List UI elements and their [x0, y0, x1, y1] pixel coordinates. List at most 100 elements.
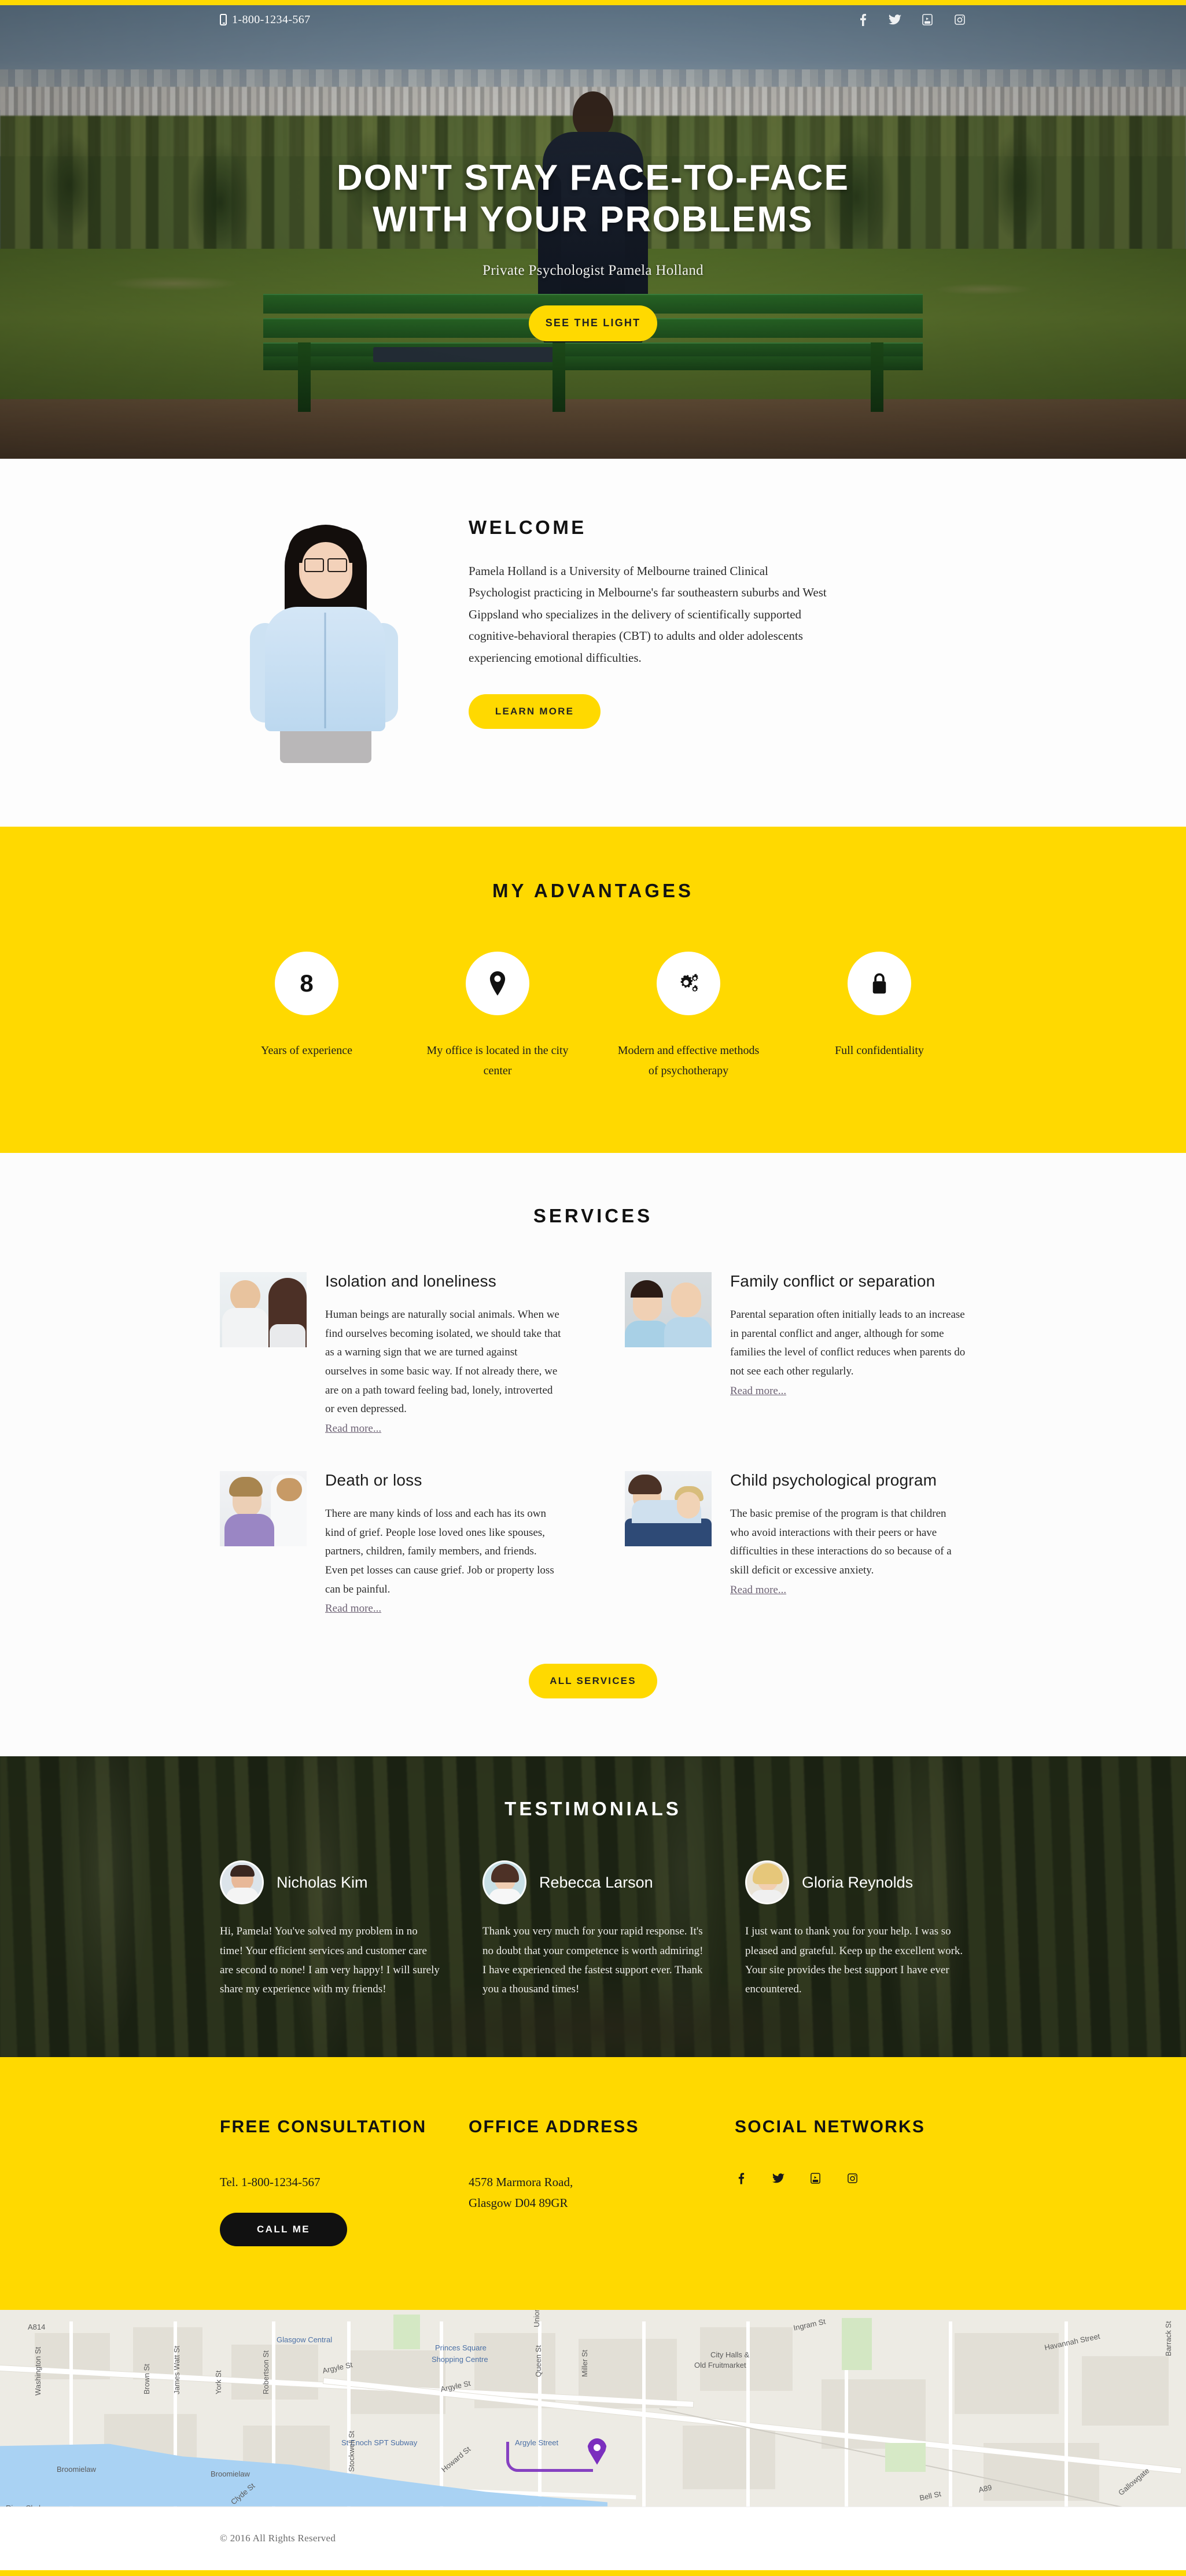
map-label: River Clyde — [6, 2504, 45, 2507]
see-the-light-button[interactable]: SEE THE LIGHT — [529, 305, 657, 341]
map-label: Washington St — [34, 2346, 42, 2396]
eyeglasses-icon — [304, 558, 347, 572]
map-label: Glasgow Central — [277, 2335, 333, 2344]
avatar — [482, 1860, 526, 1905]
services-section: SERVICES Isolation and loneliness Human … — [0, 1153, 1186, 1757]
advantage-item: Full confidentiality — [793, 952, 966, 1081]
advantages-list: 8 Years of experience My office is locat… — [220, 952, 966, 1081]
map-label: Broomielaw — [57, 2464, 96, 2474]
map-label: Princes Square — [435, 2343, 487, 2352]
service-item: Child psychological program The basic pr… — [625, 1471, 966, 1615]
facebook-icon[interactable] — [735, 2172, 747, 2185]
youtube-icon[interactable] — [809, 2172, 822, 2185]
avatar — [745, 1860, 789, 1905]
advantage-item: My office is located in the city center — [411, 952, 584, 1081]
welcome-section: WELCOME Pamela Holland is a University o… — [0, 459, 1186, 827]
footer-social-title: SOCIAL NETWORKS — [735, 2117, 926, 2137]
map-label: Brown St — [142, 2363, 151, 2394]
testimonial-name: Rebecca Larson — [539, 1873, 653, 1891]
service-text: Human beings are naturally social animal… — [325, 1309, 561, 1416]
service-item: Death or loss There are many kinds of lo… — [220, 1471, 561, 1615]
testimonial-text: I just want to thank you for your help. … — [745, 1925, 963, 1996]
footer-phone[interactable]: Tel. 1-800-1234-567 — [220, 2172, 451, 2193]
testimonials-list: Nicholas Kim Hi, Pamela! You've solved m… — [220, 1860, 966, 1999]
top-accent-bar — [0, 0, 1186, 5]
facebook-icon[interactable] — [856, 13, 869, 26]
years-badge: 8 — [275, 952, 338, 1015]
testimonials-section: TESTIMONIALS Nicholas Kim Hi, Pamela! Yo… — [0, 1756, 1186, 2058]
footer-address-column: OFFICE ADDRESS 4578 Marmora Road, Glasgo… — [451, 2115, 700, 2246]
avatar — [220, 1860, 264, 1905]
footer-social-links — [735, 2172, 966, 2185]
footer-social-column: SOCIAL NETWORKS — [700, 2115, 966, 2246]
testimonial-item: Rebecca Larson Thank you very much for y… — [482, 1860, 704, 1999]
service-heading: Isolation and loneliness — [325, 1272, 496, 1290]
lock-icon — [848, 952, 911, 1015]
footer-consultation-title: FREE CONSULTATION — [220, 2117, 427, 2137]
footer-address-title: OFFICE ADDRESS — [469, 2117, 639, 2137]
map-label: Barrack St — [1164, 2320, 1173, 2356]
years-number: 8 — [300, 970, 314, 997]
mobile-phone-icon — [220, 14, 227, 25]
all-services-button[interactable]: ALL SERVICES — [529, 1664, 657, 1699]
read-more-link[interactable]: Read more... — [325, 1602, 381, 1615]
map-label: A814 — [28, 2322, 46, 2331]
location-pin[interactable] — [587, 2438, 607, 2465]
hero-heading-line2: WITH YOUR PROBLEMS — [373, 199, 813, 239]
learn-more-button[interactable]: LEARN MORE — [469, 694, 601, 729]
advantage-label: Full confidentiality — [835, 1044, 924, 1057]
map-label: Miller St — [580, 2349, 589, 2377]
advantage-label: Years of experience — [261, 1044, 352, 1057]
read-more-link[interactable]: Read more... — [730, 1584, 786, 1597]
service-text: Parental separation often initially lead… — [730, 1309, 966, 1378]
map-label: James Watt St — [172, 2345, 181, 2394]
map-label: Stockwell St — [347, 2430, 356, 2472]
twitter-icon[interactable] — [772, 2172, 784, 2185]
read-more-link[interactable]: Read more... — [730, 1385, 786, 1398]
address-line-1: 4578 Marmora Road, — [469, 2175, 573, 2189]
bottom-accent-bar — [0, 2570, 1186, 2576]
call-me-button[interactable]: CALL ME — [220, 2212, 347, 2246]
copyright-text: © 2016 All Rights Reserved — [220, 2533, 336, 2544]
welcome-title: WELCOME — [469, 517, 587, 538]
service-item: Family conflict or separation Parental s… — [625, 1272, 966, 1435]
map-label: Shopping Centre — [432, 2354, 488, 2364]
service-item: Isolation and loneliness Human beings ar… — [220, 1272, 561, 1435]
hero-subtitle: Private Psychologist Pamela Holland — [482, 262, 704, 278]
map-label: Argyle Street — [515, 2438, 559, 2447]
social-links — [856, 13, 966, 26]
map-label: Queen St — [534, 2345, 543, 2377]
testimonial-text: Hi, Pamela! You've solved my problem in … — [220, 1925, 440, 1996]
testimonial-text: Thank you very much for your rapid respo… — [482, 1925, 704, 1996]
service-text: The basic premise of the program is that… — [730, 1508, 952, 1577]
advantages-section: MY ADVANTAGES 8 Years of experience My o… — [0, 827, 1186, 1153]
youtube-icon[interactable] — [921, 13, 934, 26]
services-title: SERVICES — [533, 1205, 653, 1226]
map-label: York St — [214, 2370, 223, 2394]
twitter-icon[interactable] — [889, 13, 901, 26]
footer-address: 4578 Marmora Road, Glasgow D04 89GR — [469, 2172, 700, 2213]
welcome-portrait-image — [220, 520, 428, 763]
service-heading: Death or loss — [325, 1471, 422, 1490]
hero-heading: DON'T STAY FACE-TO-FACE WITH YOUR PROBLE… — [337, 157, 849, 241]
service-thumbnail — [625, 1471, 712, 1547]
advantage-item: Modern and effective methods of psychoth… — [602, 952, 775, 1081]
copyright-bar: © 2016 All Rights Reserved — [0, 2506, 1186, 2570]
instagram-icon[interactable] — [953, 13, 966, 26]
map-label: Union St — [532, 2309, 541, 2327]
address-line-2: Glasgow D04 89GR — [469, 2195, 568, 2210]
advantages-title: MY ADVANTAGES — [492, 880, 694, 901]
testimonial-name: Nicholas Kim — [277, 1873, 368, 1891]
instagram-icon[interactable] — [846, 2172, 859, 2185]
map-pin-icon — [466, 952, 529, 1015]
map-section[interactable]: A814 Glasgow Central Princes Square Shop… — [0, 2309, 1186, 2507]
footer-consultation-column: FREE CONSULTATION Tel. 1-800-1234-567 CA… — [220, 2115, 451, 2246]
service-thumbnail — [220, 1471, 307, 1547]
service-heading: Family conflict or separation — [730, 1272, 935, 1290]
footer-section: FREE CONSULTATION Tel. 1-800-1234-567 CA… — [0, 2057, 1186, 2310]
top-bar: 1-800-1234-567 — [0, 5, 1186, 34]
phone-contact[interactable]: 1-800-1234-567 — [220, 13, 311, 27]
welcome-text: Pamela Holland is a University of Melbou… — [469, 564, 827, 665]
read-more-link[interactable]: Read more... — [325, 1422, 381, 1435]
service-thumbnail — [220, 1272, 307, 1347]
